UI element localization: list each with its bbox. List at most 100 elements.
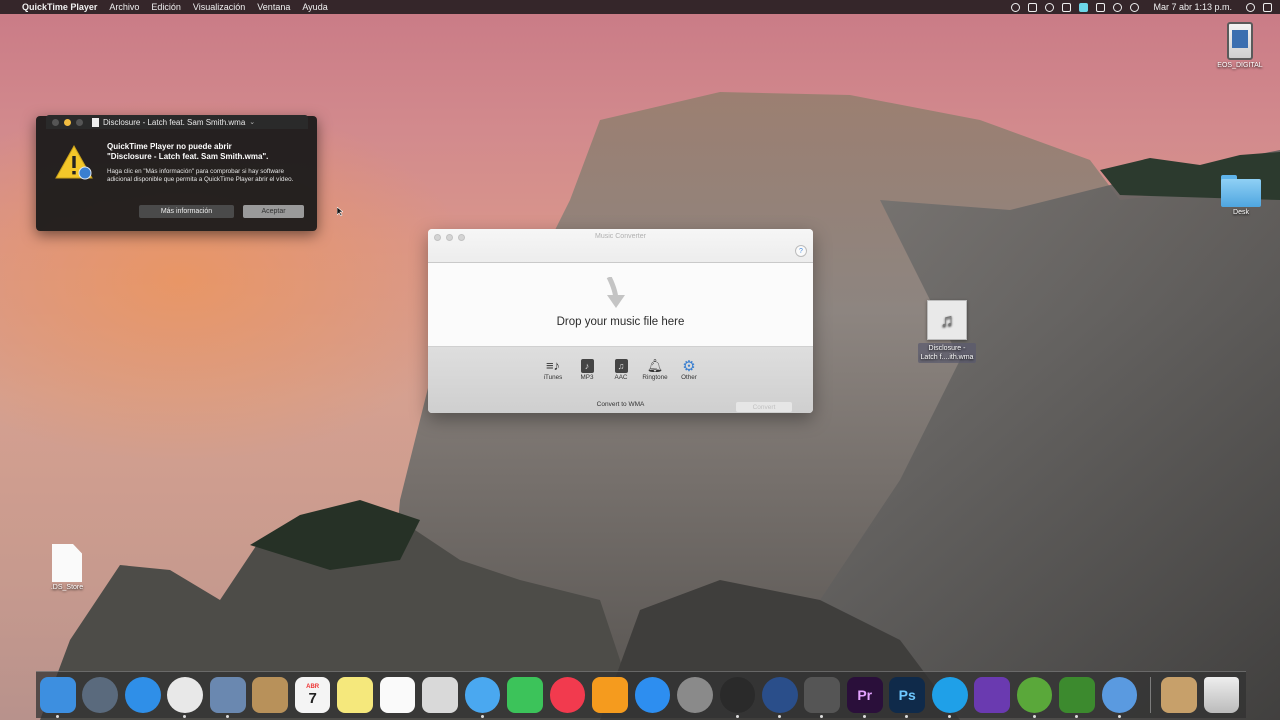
dock-notes-icon[interactable]	[337, 677, 373, 713]
running-indicator	[905, 715, 909, 718]
notification-center-icon[interactable]	[1263, 2, 1272, 12]
running-indicator	[225, 715, 229, 718]
format-label: iTunes	[543, 374, 563, 381]
format-aac[interactable]: ♫ AAC	[608, 357, 634, 381]
dock-photo-booth-icon[interactable]	[422, 677, 458, 713]
zoom-button[interactable]	[76, 118, 83, 126]
menu-visualizacion[interactable]: Visualización	[193, 0, 245, 14]
more-info-button[interactable]: Más información	[139, 205, 234, 218]
window-title: Disclosure - Latch feat. Sam Smith.wma	[103, 117, 246, 127]
running-indicator	[862, 715, 866, 718]
quicktime-titlebar[interactable]: Disclosure - Latch feat. Sam Smith.wma ⌄	[46, 115, 308, 129]
dock-launchpad-icon[interactable]	[82, 677, 119, 713]
music-file-label-line1: Disclosure -	[928, 345, 966, 352]
dock-safari-icon[interactable]	[124, 677, 161, 713]
format-itunes[interactable]: ≡♪ iTunes	[540, 357, 566, 381]
sd-card-icon	[1227, 22, 1253, 60]
dock-photoshop-icon[interactable]: Ps	[889, 677, 926, 718]
dock-itunes-alt-icon[interactable]	[1101, 677, 1138, 718]
dock-reminders-icon[interactable]	[379, 677, 416, 713]
status-app-icon[interactable]	[1079, 2, 1089, 12]
dock-separator	[1150, 677, 1152, 713]
status-dot-icon[interactable]	[1113, 2, 1123, 12]
drop-zone[interactable]: Drop your music file here	[428, 263, 813, 347]
dock-quicktime-player-icon[interactable]	[719, 677, 756, 718]
mouse-cursor	[337, 207, 343, 216]
dock-utorrent-icon[interactable]	[1016, 677, 1053, 718]
running-indicator	[1075, 715, 1079, 718]
dock-premiere-pro-icon[interactable]: Pr	[846, 677, 883, 718]
running-indicator	[56, 715, 59, 718]
music-converter-titlebar[interactable]: Music Converter ?	[428, 229, 813, 263]
menu-archivo[interactable]: Archivo	[109, 0, 139, 14]
dock-skype-icon[interactable]	[931, 677, 968, 718]
dock-ibooks-icon[interactable]	[592, 677, 628, 713]
dock-messages-icon[interactable]	[464, 677, 501, 718]
desktop-icon-sd-card[interactable]: EOS_DIGITAL	[1205, 22, 1275, 69]
dock-preview-icon[interactable]	[209, 677, 246, 718]
help-button[interactable]: ?	[795, 245, 807, 257]
folder-icon	[1221, 175, 1261, 207]
calendar-day-label: 7	[308, 689, 317, 707]
dock-music-converter-icon[interactable]	[761, 677, 798, 718]
running-indicator	[777, 715, 781, 718]
status-cloud-icon[interactable]	[1045, 2, 1055, 12]
desktop-icon-label: .DS_Store	[50, 584, 84, 591]
dock-imovie-icon[interactable]	[974, 677, 1010, 713]
dock-trash-icon[interactable]	[1203, 677, 1240, 713]
dock-chrome-icon[interactable]	[167, 677, 204, 718]
desktop-icon-music-file[interactable]: ♫ Disclosure - Latch f....ith.wma	[908, 300, 986, 363]
convert-button[interactable]: Convert	[736, 402, 792, 412]
format-mp3[interactable]: ♪ MP3	[574, 357, 600, 381]
dock-contacts-icon[interactable]	[252, 677, 289, 713]
itunes-list-icon: ≡♪	[545, 358, 561, 373]
menu-ventana[interactable]: Ventana	[257, 0, 290, 14]
dock-downloads-stack-icon[interactable]	[1161, 677, 1197, 713]
dock-facetime-icon[interactable]	[507, 677, 543, 713]
running-indicator	[735, 715, 739, 718]
format-label: AAC	[614, 374, 628, 381]
wifi-icon[interactable]	[1130, 2, 1140, 12]
accept-button[interactable]: Aceptar	[243, 205, 304, 218]
menu-app-name[interactable]: QuickTime Player	[22, 0, 97, 14]
status-download-icon[interactable]	[1062, 2, 1072, 12]
menu-edicion[interactable]: Edición	[151, 0, 181, 14]
format-label: Other	[681, 374, 697, 381]
status-list-icon[interactable]	[1096, 2, 1106, 12]
dock-system-preferences-icon[interactable]	[677, 677, 713, 713]
dock-finder-icon[interactable]	[40, 677, 76, 718]
mp3-note-icon: ♪	[580, 358, 594, 373]
dock-final-cut-pro-icon[interactable]	[804, 677, 841, 718]
close-button[interactable]	[52, 118, 59, 126]
format-panel: ≡♪ iTunes ♪ MP3 ♫ AAC 🔔︎ Ringtone ⚙ Othe…	[428, 347, 813, 413]
running-indicator	[1032, 715, 1036, 718]
running-indicator	[1117, 715, 1121, 718]
format-ringtone[interactable]: 🔔︎ Ringtone	[642, 357, 668, 382]
desktop-icon-ds-store[interactable]: .DS_Store	[37, 544, 97, 591]
alert-text-block: QuickTime Player no puede abrir "Disclos…	[107, 142, 307, 183]
dock-calendar-icon[interactable]: ABR 7	[294, 677, 331, 713]
format-other[interactable]: ⚙ Other	[676, 357, 702, 382]
music-file-label: Disclosure - Latch f....ith.wma	[917, 343, 977, 363]
minimize-button[interactable]	[64, 118, 71, 126]
format-label: Ringtone	[642, 374, 668, 381]
spotlight-icon[interactable]	[1246, 2, 1255, 12]
menu-ayuda[interactable]: Ayuda	[302, 0, 327, 14]
desktop-icon-folder[interactable]: Desk	[1211, 175, 1271, 216]
running-indicator	[947, 715, 951, 718]
menubar-clock[interactable]: Mar 7 abr 1:13 p.m.	[1153, 2, 1232, 12]
dock-camtasia-icon[interactable]	[1059, 677, 1095, 718]
status-record-icon[interactable]	[1011, 2, 1021, 12]
running-indicator	[820, 715, 824, 718]
music-file-icon: ♫	[927, 300, 967, 340]
menu-bar: QuickTime Player Archivo Edición Visuali…	[0, 0, 1280, 14]
desktop-icon-label: Desk	[1233, 209, 1249, 216]
desktop-icon-label: EOS_DIGITAL	[1217, 62, 1263, 69]
status-film-icon[interactable]	[1028, 2, 1038, 12]
running-indicator	[183, 715, 187, 718]
dock-app-store-icon[interactable]	[634, 677, 671, 713]
dock-itunes-icon[interactable]	[549, 677, 586, 713]
music-converter-window: Music Converter ? Drop your music file h…	[428, 229, 813, 413]
chevron-down-icon[interactable]: ⌄	[249, 118, 255, 126]
warning-icon	[55, 144, 93, 180]
